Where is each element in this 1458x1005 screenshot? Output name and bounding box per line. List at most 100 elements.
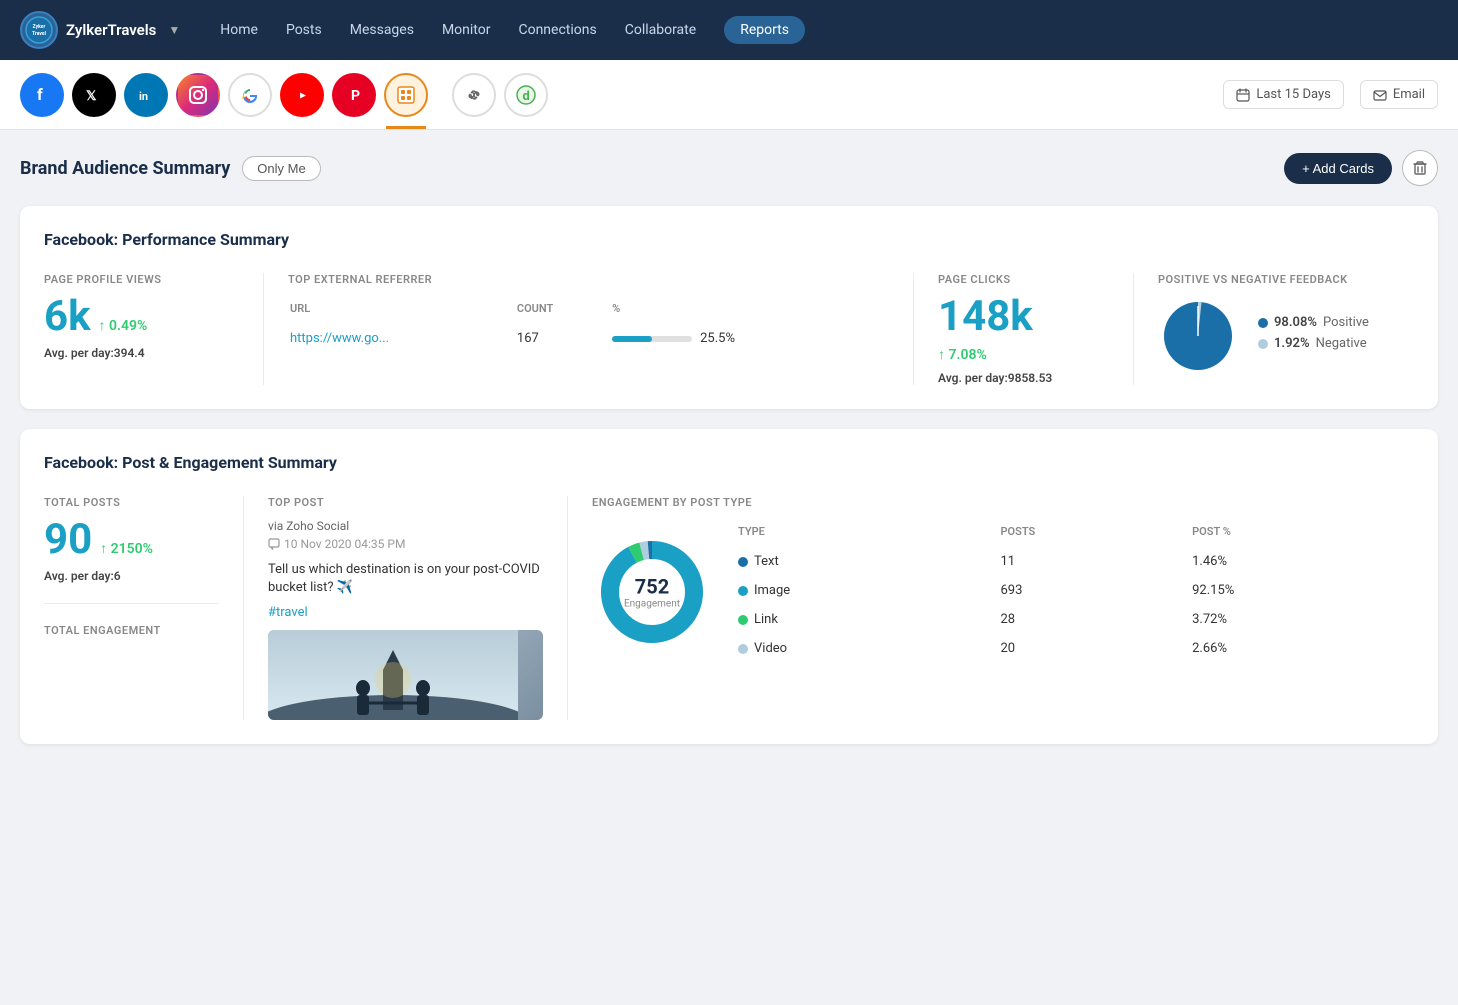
type-name: Image — [754, 583, 790, 598]
svg-text:in: in — [139, 90, 148, 103]
donut-center: 752 Engagement — [624, 574, 680, 609]
top-referrer-section: TOP EXTERNAL REFERRER URL COUNT % https:… — [264, 273, 914, 385]
col-pct: % — [612, 298, 887, 323]
performance-grid: PAGE PROFILE VIEWS 6k ↑ 0.49% Avg. per d… — [44, 273, 1414, 385]
page-profile-views-section: PAGE PROFILE VIEWS 6k ↑ 0.49% Avg. per d… — [44, 273, 264, 385]
total-posts-label: TOTAL POSTS — [44, 496, 219, 509]
date-filter-button[interactable]: Last 15 Days — [1223, 80, 1343, 109]
engagement-table: TYPE POSTS POST % Text 11 1.46% — [736, 519, 1414, 664]
type-name: Link — [754, 612, 778, 627]
engagement-table-wrapper: TYPE POSTS POST % Text 11 1.46% — [736, 519, 1414, 664]
referrer-count: 167 — [517, 325, 610, 352]
negative-pct: 1.92% — [1274, 336, 1310, 351]
post-pct: 2.66% — [1192, 635, 1412, 662]
social-icon-youtube[interactable] — [280, 73, 324, 117]
top-post-header: TOP POST — [268, 496, 543, 509]
social-icon-twitter[interactable]: 𝕏 — [72, 73, 116, 117]
top-post-image — [268, 630, 543, 720]
post-pct: 92.15% — [1192, 577, 1412, 604]
social-icon-facebook[interactable]: f — [20, 73, 64, 117]
engagement-card: Facebook: Post & Engagement Summary TOTA… — [20, 429, 1438, 744]
nav-messages[interactable]: Messages — [350, 18, 414, 42]
feedback-pie: 98.08% Positive 1.92% Negative — [1158, 296, 1414, 376]
page-header-left: Brand Audience Summary Only Me — [20, 156, 321, 181]
brand-dropdown-icon[interactable]: ▼ — [168, 23, 180, 37]
add-cards-button[interactable]: + Add Cards — [1284, 153, 1392, 184]
posts-count: 693 — [1000, 577, 1190, 604]
nav-posts[interactable]: Posts — [286, 18, 322, 42]
brand-logo[interactable]: Zyker Travel ZylkerTravels ▼ — [20, 11, 180, 49]
performance-card: Facebook: Performance Summary PAGE PROFI… — [20, 206, 1438, 409]
nav-collaborate[interactable]: Collaborate — [625, 18, 696, 42]
brand-icon: Zyker Travel — [20, 11, 58, 49]
referrer-label: TOP EXTERNAL REFERRER — [288, 273, 889, 286]
referrer-bar: 25.5% — [612, 331, 879, 346]
type-dot — [738, 586, 748, 596]
type-dot — [738, 557, 748, 567]
type-dot — [738, 644, 748, 654]
top-post-tag: #travel — [268, 605, 543, 620]
feedback-legend: 98.08% Positive 1.92% Negative — [1258, 315, 1369, 357]
col-type: TYPE — [738, 521, 998, 546]
delete-button[interactable] — [1402, 150, 1438, 186]
social-icon-linkedin[interactable]: in — [124, 73, 168, 117]
email-button[interactable]: Email — [1360, 80, 1438, 109]
engagement-by-type-label: ENGAGEMENT BY POST TYPE — [592, 496, 1414, 509]
social-icon-sheets[interactable] — [384, 73, 428, 117]
top-post-via: via Zoho Social — [268, 519, 543, 533]
page-title: Brand Audience Summary — [20, 158, 230, 179]
donut-total: 752 — [624, 574, 680, 598]
clicks-change: ↑ 7.08% — [938, 346, 987, 363]
posts-count: 20 — [1000, 635, 1190, 662]
clicks-avg: Avg. per day:9858.53 — [938, 371, 1109, 385]
social-icon-green-d[interactable]: d — [504, 73, 548, 117]
svg-text:f: f — [37, 85, 43, 104]
social-icon-instagram[interactable] — [176, 73, 220, 117]
social-icon-pinterest[interactable]: P — [332, 73, 376, 117]
profile-views-change: ↑ 0.49% — [99, 317, 148, 334]
col-count: COUNT — [517, 298, 610, 323]
donut-section: .donut-ring{fill:none;stroke-width:18;} — [592, 519, 1414, 664]
posts-count: 28 — [1000, 606, 1190, 633]
total-posts-value: 90 — [44, 519, 92, 561]
clicks-label: PAGE CLICKS — [938, 273, 1109, 286]
type-cell: Text — [738, 554, 986, 569]
page-content: Brand Audience Summary Only Me + Add Car… — [0, 130, 1458, 784]
engagement-row: Link 28 3.72% — [738, 606, 1412, 633]
nav-links: Home Posts Messages Monitor Connections … — [220, 16, 805, 44]
brand-name: ZylkerTravels — [66, 21, 156, 39]
nav-reports[interactable]: Reports — [724, 16, 805, 44]
page-clicks-section: PAGE CLICKS 148k ↑ 7.08% Avg. per day:98… — [914, 273, 1134, 385]
engagement-grid: TOTAL POSTS 90 ↑ 2150% Avg. per day:6 TO… — [44, 496, 1414, 720]
svg-text:Zyker: Zyker — [33, 24, 46, 30]
type-cell: Link — [738, 612, 986, 627]
social-icon-chain[interactable] — [452, 73, 496, 117]
navbar: Zyker Travel ZylkerTravels ▼ Home Posts … — [0, 0, 1458, 60]
total-posts-change: ↑ 2150% — [100, 540, 153, 557]
social-icon-google[interactable] — [228, 73, 272, 117]
nav-monitor[interactable]: Monitor — [442, 18, 491, 42]
table-row: https://www.go... 167 25.5% — [290, 325, 887, 352]
donut-chart: .donut-ring{fill:none;stroke-width:18;} — [592, 532, 712, 652]
type-cell: Video — [738, 641, 986, 656]
nav-connections[interactable]: Connections — [518, 18, 596, 42]
type-name: Text — [754, 554, 779, 569]
posts-count: 11 — [1000, 548, 1190, 575]
top-post-text: Tell us which destination is on your pos… — [268, 561, 543, 597]
post-pct: 3.72% — [1192, 606, 1412, 633]
nav-home[interactable]: Home — [220, 18, 258, 42]
positive-label: Positive — [1323, 315, 1369, 330]
referrer-url[interactable]: https://www.go... — [290, 331, 389, 346]
positive-dot — [1258, 318, 1268, 328]
negative-legend: 1.92% Negative — [1258, 336, 1369, 351]
top-post-time: 10 Nov 2020 04:35 PM — [268, 537, 543, 551]
social-bar-actions: Last 15 Days Email — [1223, 80, 1438, 109]
profile-views-label: PAGE PROFILE VIEWS — [44, 273, 239, 286]
visibility-badge[interactable]: Only Me — [242, 156, 320, 181]
engagement-row: Image 693 92.15% — [738, 577, 1412, 604]
top-post-section: TOP POST via Zoho Social 10 Nov 2020 04:… — [268, 496, 568, 720]
engagement-by-type-section: ENGAGEMENT BY POST TYPE .donut-ring{fill… — [592, 496, 1414, 720]
email-label: Email — [1393, 87, 1425, 102]
total-posts-avg: Avg. per day:6 — [44, 569, 219, 583]
engagement-card-title: Facebook: Post & Engagement Summary — [44, 453, 1414, 472]
